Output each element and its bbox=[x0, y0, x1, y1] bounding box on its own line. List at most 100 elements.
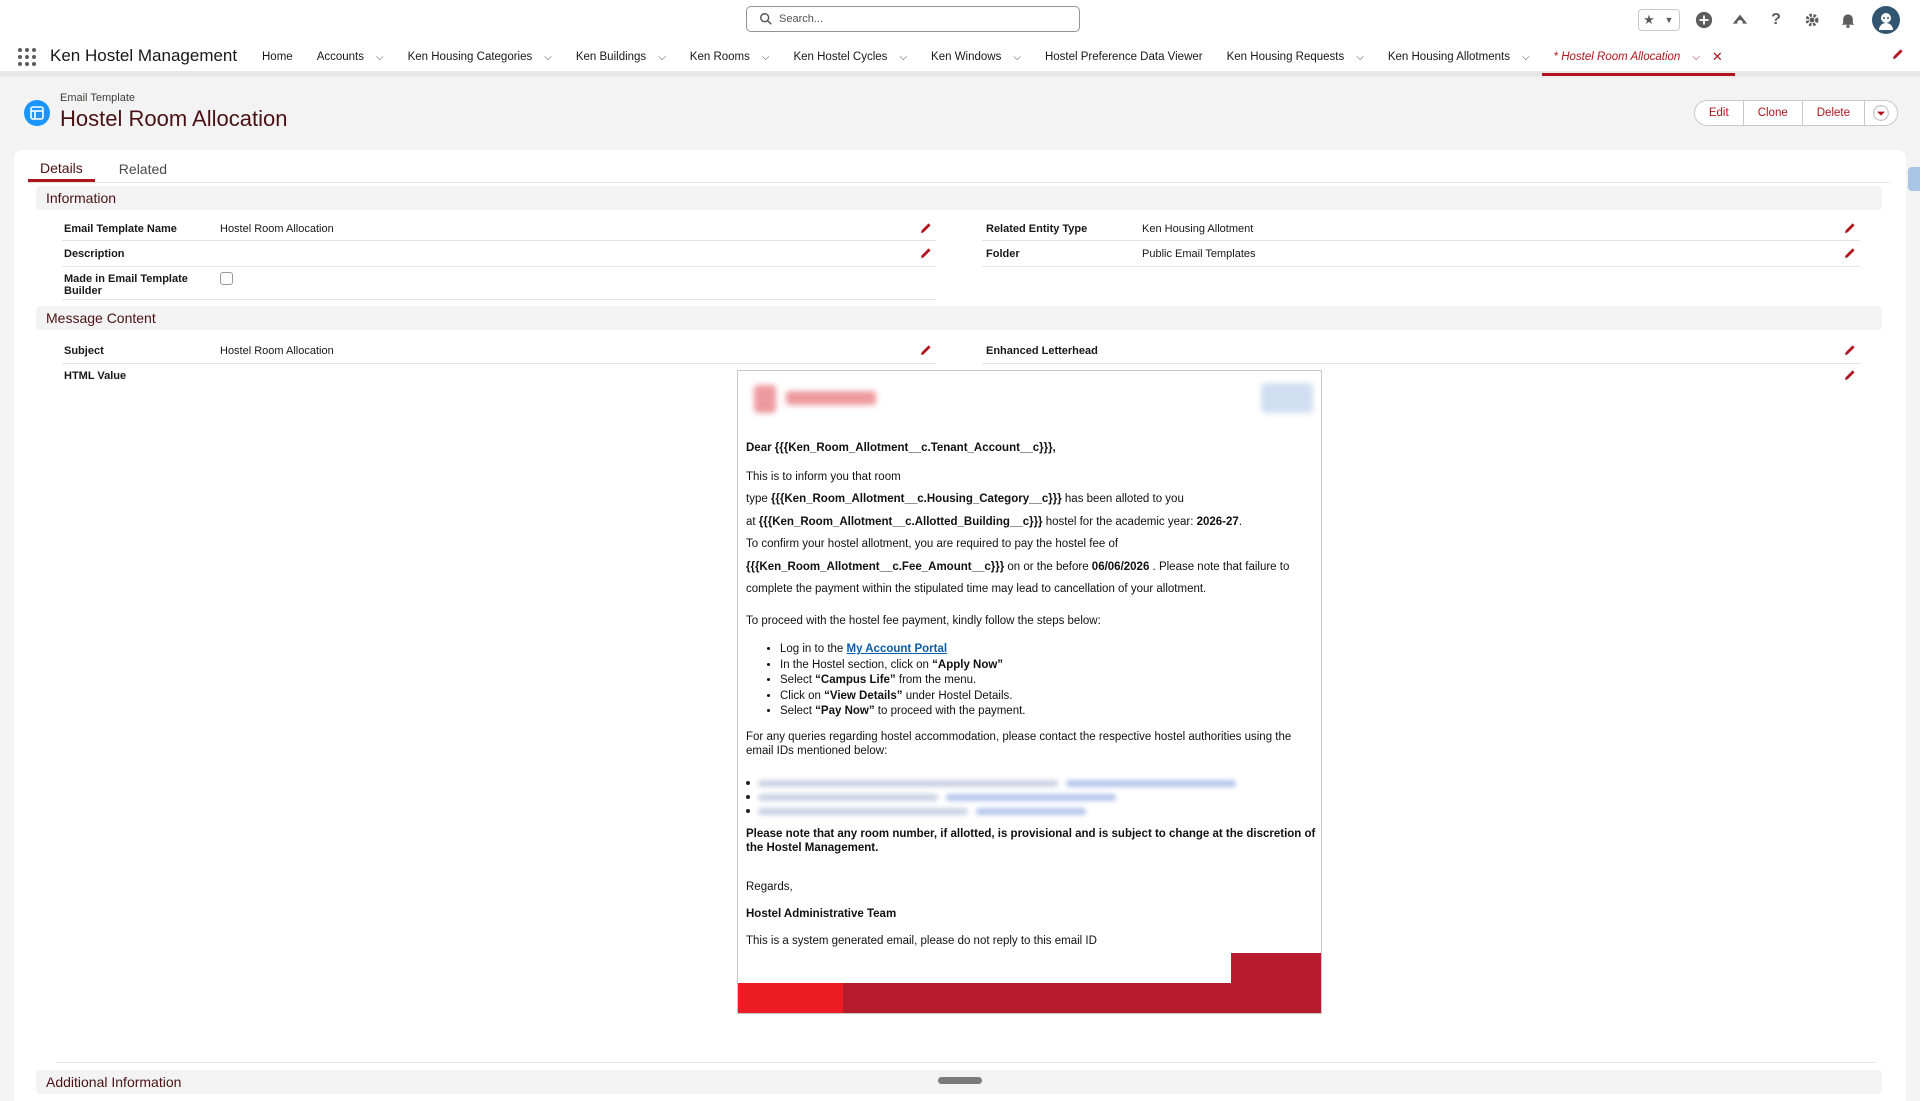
edit-pencil-icon[interactable] bbox=[920, 222, 932, 234]
search-placeholder: Search... bbox=[779, 13, 824, 25]
record-tabs: Details Related bbox=[28, 156, 179, 182]
tab-divider bbox=[28, 182, 1890, 183]
email-regards: Regards, bbox=[746, 881, 793, 893]
chevron-down-icon[interactable]: ⌵ bbox=[899, 52, 907, 63]
email-logo bbox=[750, 381, 890, 417]
help-icon[interactable]: ? bbox=[1764, 8, 1788, 32]
field-label-related-entity: Related Entity Type bbox=[986, 223, 1088, 235]
edit-pencil-icon[interactable] bbox=[1844, 247, 1856, 259]
edit-pencil-icon[interactable] bbox=[1844, 222, 1856, 234]
edit-button[interactable]: Edit bbox=[1695, 101, 1744, 125]
email-line-2: type {{{Ken_Room_Allotment__c.Housing_Ca… bbox=[746, 493, 1184, 505]
edit-pencil-icon[interactable] bbox=[920, 344, 932, 356]
field-label-folder: Folder bbox=[986, 248, 1020, 260]
nav-item-preference-viewer[interactable]: Hostel Preference Data Viewer bbox=[1033, 40, 1215, 74]
add-icon[interactable] bbox=[1692, 8, 1716, 32]
email-footer-block bbox=[1231, 953, 1321, 983]
list-item: In the Hostel section, click on “Apply N… bbox=[780, 658, 1300, 674]
field-label-subject: Subject bbox=[64, 345, 104, 357]
close-icon[interactable]: ✕ bbox=[1712, 49, 1723, 65]
email-steps-list: Log in to the My Account Portal In the H… bbox=[780, 642, 1300, 720]
chevron-down-icon[interactable]: ⌵ bbox=[1692, 52, 1700, 63]
global-search-input[interactable]: Search... bbox=[746, 6, 1080, 32]
nav-item-rooms[interactable]: Ken Rooms ⌵ bbox=[678, 40, 782, 74]
star-icon[interactable]: ★ bbox=[1639, 10, 1659, 30]
redacted-contact-row bbox=[746, 806, 1086, 816]
made-in-builder-checkbox bbox=[220, 272, 233, 285]
page-title: Hostel Room Allocation bbox=[60, 106, 288, 131]
chevron-down-icon[interactable]: ⌵ bbox=[544, 52, 552, 63]
nav-tab-hostel-room-allocation[interactable]: * Hostel Room Allocation ⌵ ✕ bbox=[1541, 39, 1735, 76]
edit-nav-icon[interactable] bbox=[1892, 48, 1904, 63]
list-item: Select “Pay Now” to proceed with the pay… bbox=[780, 704, 1300, 720]
email-provisional-note: Please note that any room number, if all… bbox=[746, 828, 1316, 854]
field-divider bbox=[982, 266, 1860, 267]
section-message-content[interactable]: Message Content bbox=[36, 306, 1882, 330]
side-panel-toggle[interactable] bbox=[1908, 167, 1920, 191]
edit-pencil-icon[interactable] bbox=[920, 247, 932, 259]
email-line-3: at {{{Ken_Room_Allotment__c.Allotted_Bui… bbox=[746, 516, 1243, 528]
trailhead-icon[interactable] bbox=[1728, 8, 1752, 32]
section-information[interactable]: Information bbox=[36, 186, 1882, 210]
app-launcher-icon[interactable] bbox=[18, 48, 36, 66]
tab-details[interactable]: Details bbox=[28, 156, 95, 182]
chevron-down-icon[interactable]: ⌵ bbox=[1013, 52, 1021, 63]
nav-item-hostel-cycles[interactable]: Ken Hostel Cycles ⌵ bbox=[781, 40, 919, 74]
nav-item-housing-categories[interactable]: Ken Housing Categories ⌵ bbox=[396, 40, 564, 74]
field-label-letterhead: Enhanced Letterhead bbox=[986, 345, 1098, 357]
user-avatar[interactable] bbox=[1872, 6, 1900, 34]
chevron-down-icon[interactable]: ⌵ bbox=[1522, 52, 1530, 63]
email-header-button bbox=[1261, 383, 1313, 413]
chevron-down-icon bbox=[1873, 105, 1889, 121]
nav-item-buildings[interactable]: Ken Buildings ⌵ bbox=[564, 40, 678, 74]
email-line-1: This is to inform you that room bbox=[746, 471, 901, 483]
field-divider bbox=[62, 266, 936, 267]
field-divider bbox=[56, 1062, 1876, 1063]
nav-item-housing-requests[interactable]: Ken Housing Requests ⌵ bbox=[1215, 40, 1376, 74]
email-html-preview: Dear {{{Ken_Room_Allotment__c.Tenant_Acc… bbox=[737, 370, 1322, 1014]
global-header: Search... ★ ▼ ? bbox=[0, 0, 1920, 40]
field-divider bbox=[62, 363, 936, 364]
clone-button[interactable]: Clone bbox=[1744, 101, 1803, 125]
list-item: Click on “View Details” under Hostel Det… bbox=[780, 689, 1300, 705]
nav-item-home[interactable]: Home bbox=[250, 40, 305, 74]
email-team-signature: Hostel Administrative Team bbox=[746, 908, 897, 920]
field-value-folder: Public Email Templates bbox=[1142, 248, 1256, 260]
email-line-6: complete the payment within the stipulat… bbox=[746, 583, 1207, 595]
redacted-contact-row bbox=[746, 792, 1116, 802]
nav-items: Home Accounts ⌵ Ken Housing Categories ⌵ K… bbox=[250, 39, 1735, 76]
edit-pencil-icon[interactable] bbox=[1844, 369, 1856, 381]
app-name: Ken Hostel Management bbox=[50, 46, 238, 65]
bell-icon[interactable] bbox=[1836, 8, 1860, 32]
nav-item-windows[interactable]: Ken Windows ⌵ bbox=[919, 40, 1033, 74]
email-line-4: To confirm your hostel allotment, you ar… bbox=[746, 538, 1119, 550]
email-system-note: This is a system generated email, please… bbox=[746, 935, 1097, 947]
redacted-contact-row bbox=[746, 778, 1236, 788]
chevron-down-icon[interactable]: ⌵ bbox=[658, 52, 666, 63]
list-item: Log in to the My Account Portal bbox=[780, 642, 1300, 658]
nav-item-accounts[interactable]: Accounts ⌵ bbox=[305, 40, 396, 74]
field-value-subject: Hostel Room Allocation bbox=[220, 345, 334, 357]
field-divider bbox=[62, 299, 936, 300]
list-item: Select “Campus Life” from the menu. bbox=[780, 673, 1300, 689]
panel-resize-handle[interactable] bbox=[938, 1077, 982, 1084]
chevron-down-icon[interactable]: ⌵ bbox=[376, 52, 384, 63]
app-navigation-bar: Ken Hostel Management Home Accounts ⌵ Ken… bbox=[0, 39, 1920, 76]
record-type-label: Email Template bbox=[60, 92, 135, 104]
field-label-made-in-builder: Made in Email Template Builder bbox=[64, 273, 188, 297]
gear-icon[interactable] bbox=[1800, 8, 1824, 32]
chevron-down-icon[interactable]: ⌵ bbox=[762, 52, 770, 63]
chevron-down-icon[interactable]: ⌵ bbox=[1356, 52, 1364, 63]
email-greeting: Dear {{{Ken_Room_Allotment__c.Tenant_Acc… bbox=[746, 442, 1056, 454]
email-steps-intro: To proceed with the hostel fee payment, … bbox=[746, 615, 1101, 627]
account-portal-link[interactable]: My Account Portal bbox=[847, 643, 948, 655]
chevron-down-icon[interactable]: ▼ bbox=[1659, 10, 1679, 30]
email-template-icon bbox=[24, 100, 50, 126]
edit-pencil-icon[interactable] bbox=[1844, 344, 1856, 356]
more-actions-button[interactable] bbox=[1865, 101, 1897, 125]
email-footer-accent bbox=[738, 983, 843, 1013]
delete-button[interactable]: Delete bbox=[1803, 101, 1865, 125]
field-label-html-value: HTML Value bbox=[64, 370, 127, 382]
tab-related[interactable]: Related bbox=[107, 156, 179, 182]
nav-item-housing-allotments[interactable]: Ken Housing Allotments ⌵ bbox=[1376, 40, 1542, 74]
